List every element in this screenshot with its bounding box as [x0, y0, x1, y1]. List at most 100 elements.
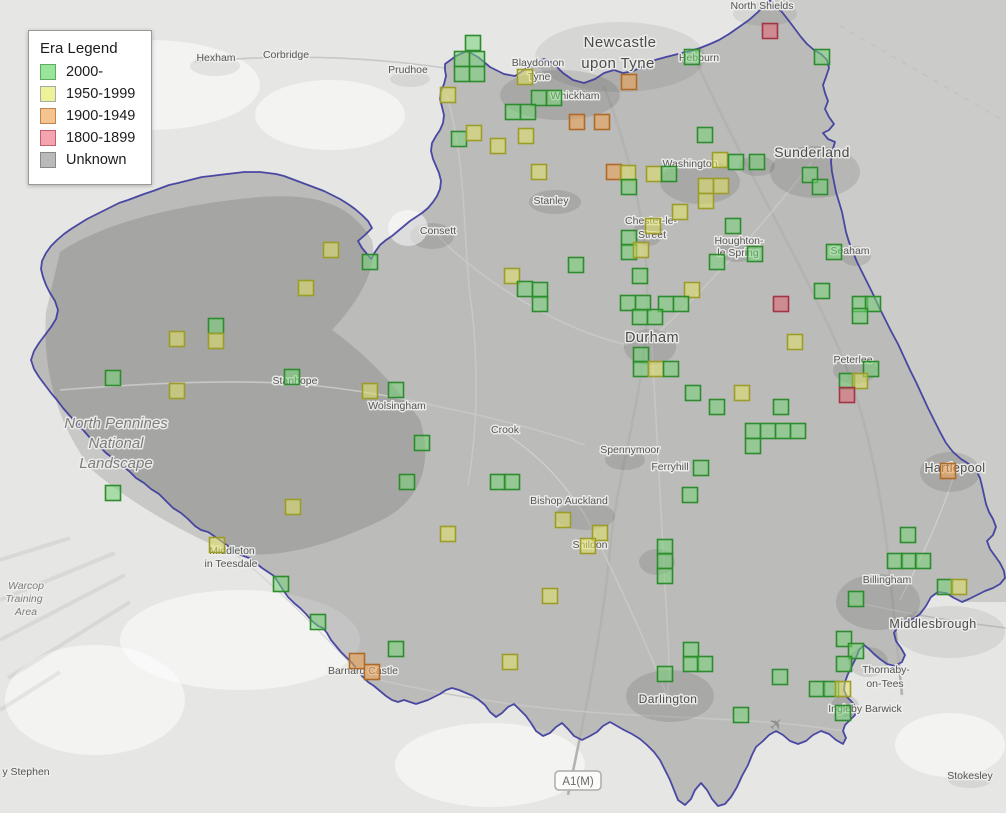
era-marker-2000[interactable] [631, 267, 649, 285]
era-marker-2000[interactable] [692, 459, 710, 477]
era-marker-2000[interactable] [808, 680, 826, 698]
era-marker-2000[interactable] [361, 253, 379, 271]
era-marker-2000[interactable] [619, 294, 637, 312]
era-marker-2000[interactable] [398, 473, 416, 491]
era-marker-2000[interactable] [634, 294, 652, 312]
era-marker-2000[interactable] [936, 578, 954, 596]
era-marker-1950[interactable] [439, 86, 457, 104]
era-marker-2000[interactable] [620, 178, 638, 196]
era-marker-1950[interactable] [541, 587, 559, 605]
era-marker-1950[interactable] [619, 164, 637, 182]
era-marker-2000[interactable] [567, 256, 585, 274]
era-marker-2000[interactable] [732, 706, 750, 724]
era-marker-2000[interactable] [813, 48, 831, 66]
era-marker-1950[interactable] [554, 511, 572, 529]
era-marker-2000[interactable] [632, 346, 650, 364]
era-marker-2000[interactable] [682, 641, 700, 659]
era-marker-2000[interactable] [708, 398, 726, 416]
era-marker-2000[interactable] [851, 307, 869, 325]
era-marker-2000[interactable] [656, 665, 674, 683]
era-marker-2000[interactable] [453, 65, 471, 83]
era-marker-1950[interactable] [697, 192, 715, 210]
era-marker-2000[interactable] [746, 245, 764, 263]
era-marker-1950[interactable] [284, 498, 302, 516]
era-marker-1950[interactable] [516, 68, 534, 86]
era-marker-2000[interactable] [696, 126, 714, 144]
era-marker-1900[interactable] [363, 663, 381, 681]
era-marker-2000[interactable] [272, 575, 290, 593]
era-marker-1900[interactable] [620, 73, 638, 91]
era-marker-1950[interactable] [207, 332, 225, 350]
era-marker-1950[interactable] [297, 279, 315, 297]
era-marker-2000[interactable] [656, 552, 674, 570]
era-marker-2000[interactable] [708, 253, 726, 271]
era-marker-2000[interactable] [656, 567, 674, 585]
era-marker-1950[interactable] [950, 578, 968, 596]
era-marker-1950[interactable] [683, 281, 701, 299]
era-marker-2000[interactable] [387, 381, 405, 399]
era-marker-2000[interactable] [771, 668, 789, 686]
era-marker-1950[interactable] [671, 203, 689, 221]
era-marker-2000[interactable] [727, 153, 745, 171]
era-marker-2000[interactable] [683, 48, 701, 66]
era-marker-1950[interactable] [361, 382, 379, 400]
era-marker-1900[interactable] [605, 163, 623, 181]
era-marker-2000[interactable] [632, 360, 650, 378]
era-marker-1950[interactable] [489, 137, 507, 155]
era-marker-1950[interactable] [697, 177, 715, 195]
era-marker-1950[interactable] [645, 165, 663, 183]
era-marker-2000[interactable] [646, 308, 664, 326]
era-marker-1950[interactable] [647, 360, 665, 378]
era-marker-2000[interactable] [834, 704, 852, 722]
era-marker-2000[interactable] [545, 89, 563, 107]
era-marker-2000[interactable] [489, 473, 507, 491]
era-marker-2000[interactable] [811, 178, 829, 196]
era-marker-1800[interactable] [838, 386, 856, 404]
era-marker-2000[interactable] [656, 538, 674, 556]
era-marker-2000[interactable] [813, 282, 831, 300]
era-marker-1950[interactable] [712, 177, 730, 195]
era-marker-1950[interactable] [632, 241, 650, 259]
era-marker-1950[interactable] [168, 330, 186, 348]
era-marker-2000[interactable] [772, 398, 790, 416]
era-marker-2000[interactable] [631, 308, 649, 326]
era-marker-2000[interactable] [531, 295, 549, 313]
era-marker-2000[interactable] [387, 640, 405, 658]
era-marker-2000[interactable] [825, 243, 843, 261]
era-marker-1950[interactable] [322, 241, 340, 259]
era-marker-2000[interactable] [468, 65, 486, 83]
era-marker-2000[interactable] [835, 655, 853, 673]
era-marker-1950[interactable] [517, 127, 535, 145]
era-marker-1900[interactable] [939, 462, 957, 480]
era-marker-2000[interactable] [464, 34, 482, 52]
era-marker-2000[interactable] [660, 165, 678, 183]
era-marker-2000[interactable] [104, 369, 122, 387]
era-marker-1950[interactable] [851, 372, 869, 390]
era-marker-1950[interactable] [439, 525, 457, 543]
era-marker-2000[interactable] [504, 103, 522, 121]
era-marker-2000[interactable] [724, 217, 742, 235]
era-marker-1950[interactable] [644, 217, 662, 235]
era-marker-1950[interactable] [168, 382, 186, 400]
era-marker-2000[interactable] [748, 153, 766, 171]
era-marker-2000[interactable] [744, 422, 762, 440]
era-marker-2000[interactable] [503, 473, 521, 491]
era-marker-1950[interactable] [530, 163, 548, 181]
era-marker-1950[interactable] [711, 151, 729, 169]
era-marker-1900[interactable] [593, 113, 611, 131]
era-marker-2000[interactable] [519, 103, 537, 121]
era-marker-1950[interactable] [733, 384, 751, 402]
era-marker-2000[interactable] [283, 368, 301, 386]
era-marker-1950[interactable] [834, 680, 852, 698]
era-marker-2000[interactable] [531, 281, 549, 299]
era-marker-2000[interactable] [684, 384, 702, 402]
era-marker-2000[interactable] [744, 437, 762, 455]
era-marker-2000[interactable] [207, 317, 225, 335]
era-marker-2000[interactable] [530, 89, 548, 107]
era-marker-2000[interactable] [886, 552, 904, 570]
era-marker-2000[interactable] [104, 484, 122, 502]
era-marker-1950[interactable] [208, 536, 226, 554]
era-marker-1950[interactable] [579, 537, 597, 555]
era-marker-2000[interactable] [672, 295, 690, 313]
era-marker-2000[interactable] [900, 552, 918, 570]
